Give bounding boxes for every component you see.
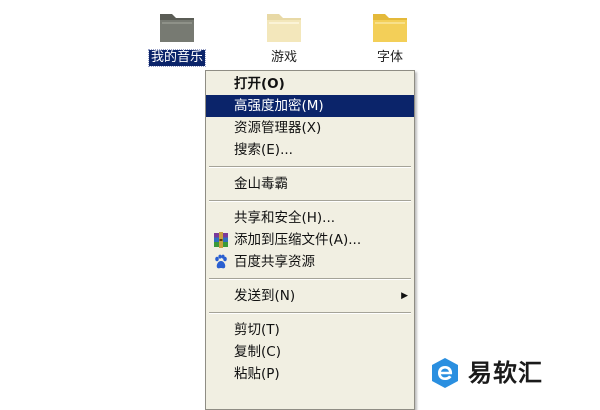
menu-item-label: 剪切(T) (234, 322, 280, 338)
watermark-text: 易软汇 (468, 359, 543, 387)
menu-item-send-to[interactable]: 发送到(N) ▶ (206, 285, 414, 307)
watermark: 易软汇 (430, 355, 590, 393)
menu-item-cut[interactable]: 剪切(T) (206, 319, 414, 341)
menu-item-baidu-share[interactable]: 百度共享资源 (206, 251, 414, 273)
menu-item-label: 复制(C) (234, 344, 281, 360)
menu-item-label: 发送到(N) (234, 288, 296, 304)
desktop-icon-label: 我的音乐 (147, 49, 207, 67)
menu-item-add-to-archive[interactable]: 添加到压缩文件(A)... (206, 229, 414, 251)
menu-separator (209, 312, 411, 314)
menu-item-paste[interactable]: 粘贴(P) (206, 363, 414, 385)
desktop-icon-fonts[interactable]: 字体 (350, 6, 430, 66)
desktop-icon-games[interactable]: 游戏 (244, 6, 324, 66)
menu-item-label: 高强度加密(M) (234, 98, 324, 114)
menu-item-kingsoft-antivirus[interactable]: 金山毒霸 (206, 173, 414, 195)
menu-item-sharing-security[interactable]: 共享和安全(H)... (206, 207, 414, 229)
menu-item-label: 共享和安全(H)... (234, 210, 336, 226)
baidu-paw-icon (215, 254, 227, 269)
folder-icon (160, 14, 194, 42)
menu-item-copy[interactable]: 复制(C) (206, 341, 414, 363)
winrar-icon (214, 232, 228, 248)
menu-separator (209, 278, 411, 280)
menu-item-explorer[interactable]: 资源管理器(X) (206, 117, 414, 139)
menu-item-label: 金山毒霸 (234, 176, 288, 192)
menu-item-label: 资源管理器(X) (234, 120, 322, 136)
desktop-icon-label: 游戏 (270, 50, 297, 65)
menu-separator (209, 200, 411, 202)
folder-icon (267, 14, 301, 42)
brand-logo-icon (432, 358, 458, 388)
menu-item-label: 粘贴(P) (234, 366, 280, 382)
menu-item-label: 搜索(E)... (234, 142, 293, 158)
menu-item-label: 百度共享资源 (234, 254, 315, 270)
menu-item-label: 添加到压缩文件(A)... (234, 232, 362, 248)
menu-separator (209, 166, 411, 168)
context-menu: 打开(O) 高强度加密(M) 资源管理器(X) 搜索(E)... 金山毒霸 共享… (205, 70, 415, 410)
menu-item-search[interactable]: 搜索(E)... (206, 139, 414, 161)
menu-item-label: 打开(O) (234, 76, 285, 92)
menu-item-open[interactable]: 打开(O) (206, 73, 414, 95)
desktop-icon-label: 字体 (376, 50, 403, 65)
menu-item-strong-encrypt[interactable]: 高强度加密(M) (206, 95, 414, 117)
desktop-icon-my-music[interactable]: 我的音乐 (137, 6, 217, 67)
folder-icon (373, 14, 407, 42)
submenu-arrow-icon: ▶ (401, 291, 408, 301)
